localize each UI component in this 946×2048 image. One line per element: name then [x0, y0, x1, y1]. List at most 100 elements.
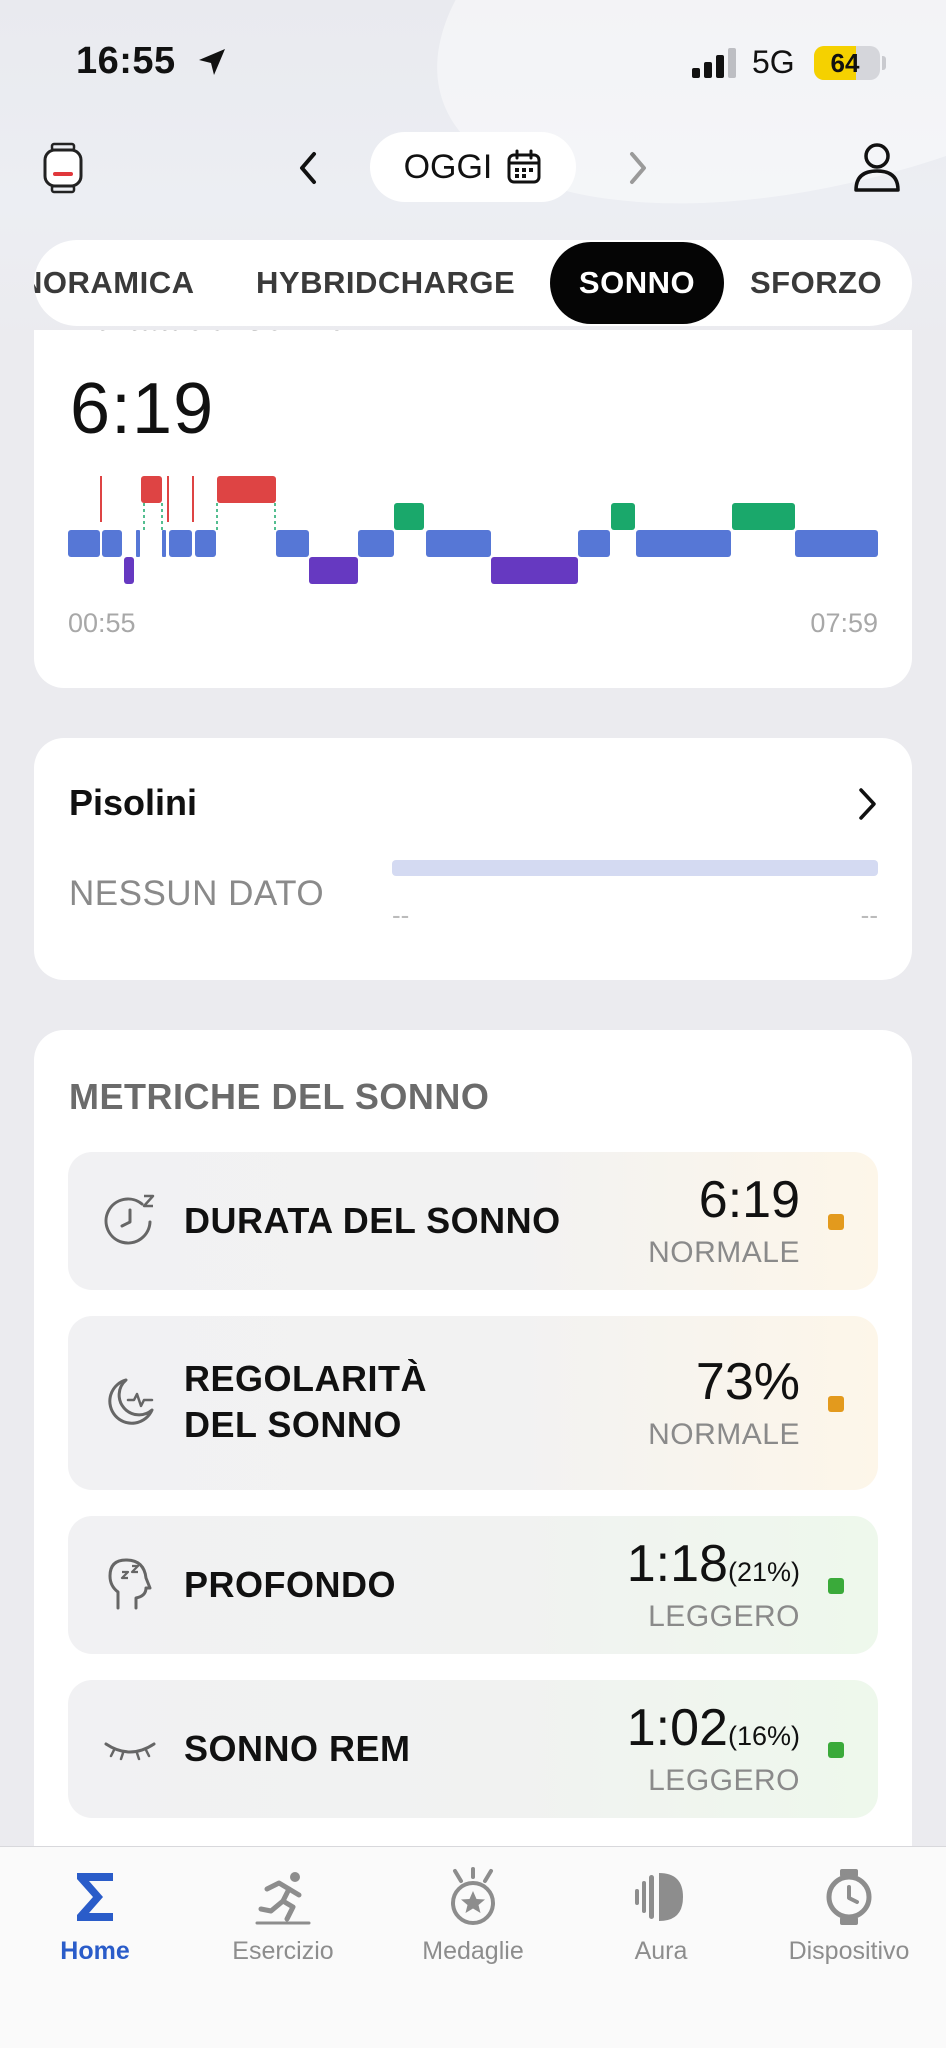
hypno-light-segment: [102, 530, 122, 557]
bottom-navigation: Home Esercizio Medaglie Aura Dispositivo: [0, 1846, 946, 2048]
metric-status: LEGGERO: [648, 1764, 800, 1797]
medal-icon: [451, 1867, 495, 1925]
nav-label: Home: [60, 1937, 130, 1965]
watch-icon: [826, 1869, 872, 1925]
metric-value-percent: (21%): [727, 1557, 800, 1587]
nav-medals[interactable]: Medaglie: [378, 1847, 568, 1987]
hypno-light-segment: [136, 530, 140, 557]
hypno-light-segment: [68, 530, 100, 557]
status-indicator: [828, 1578, 844, 1594]
naps-range-end: --: [860, 900, 878, 930]
nav-aura[interactable]: Aura: [566, 1847, 756, 1987]
hypno-light-segment: [795, 530, 878, 557]
naps-title: Pisolini: [69, 782, 198, 823]
naps-range-start: --: [392, 900, 410, 930]
metric-label: REGOLARITÀ: [184, 1358, 427, 1399]
network-type: 5G: [752, 44, 795, 80]
status-indicator: [828, 1396, 844, 1412]
location-arrow-icon: [199, 49, 225, 75]
hypno-light-segment: [636, 530, 731, 557]
sleep-start-time: 00:55: [68, 608, 136, 638]
metric-status: NORMALE: [648, 1418, 800, 1451]
nav-home[interactable]: Home: [0, 1847, 190, 1987]
profile-icon[interactable]: [852, 140, 902, 194]
hypno-light-segment: [162, 530, 166, 557]
section-tabs: NORAMICA HYBRIDCHARGE SONNO SFORZO: [34, 240, 912, 326]
status-bar: 16:55 5G 64: [0, 0, 946, 120]
sleep-card-title: Durata del sonno: [70, 330, 348, 339]
hypno-light-segment: [276, 530, 309, 557]
nav-exercise[interactable]: Esercizio: [188, 1847, 378, 1987]
metric-status: NORMALE: [648, 1236, 800, 1269]
hypno-awake-segment: [141, 476, 162, 503]
sigma-icon: [77, 1873, 113, 1921]
aura-icon: [635, 1873, 683, 1921]
battery-tip: [882, 56, 886, 70]
hypno-light-segment: [578, 530, 610, 557]
cellular-signal-icon: [692, 48, 736, 78]
status-time: 16:55: [76, 40, 176, 82]
next-day-icon[interactable]: [620, 142, 656, 194]
head-zzz-icon: [108, 1558, 152, 1610]
metric-label: PROFONDO: [184, 1564, 397, 1605]
metric-deep-sleep[interactable]: PROFONDO 1:18(21%) LEGGERO: [68, 1516, 878, 1654]
hypno-rem-segment: [394, 503, 424, 530]
battery-percentage: 64: [830, 48, 860, 78]
chevron-right-icon[interactable]: [852, 782, 882, 826]
naps-card[interactable]: Pisolini NESSUN DATO -- --: [34, 738, 912, 980]
naps-timeline-bar: [392, 860, 878, 876]
sleep-metrics-card: METRICHE DEL SONNO DURATA DEL SONNO 6:19…: [34, 1030, 912, 1890]
hypno-deep-segment: [491, 557, 578, 584]
previous-day-icon[interactable]: [290, 142, 326, 194]
status-indicator: [828, 1742, 844, 1758]
closed-eye-icon: [104, 1742, 156, 1761]
metric-value-percent: (16%): [727, 1721, 800, 1751]
runner-icon: [255, 1872, 311, 1925]
metric-sleep-regularity[interactable]: REGOLARITÀ DEL SONNO 73% NORMALE: [68, 1316, 878, 1490]
metric-label: DURATA DEL SONNO: [184, 1200, 561, 1241]
naps-no-data: NESSUN DATO: [69, 874, 325, 913]
date-selector[interactable]: OGGI: [370, 132, 576, 202]
hypno-deep-segment: [309, 557, 358, 584]
metric-label-line2: DEL SONNO: [184, 1404, 402, 1445]
metrics-title: METRICHE DEL SONNO: [69, 1076, 490, 1117]
nav-label: Aura: [634, 1937, 688, 1965]
metric-value: 6:19: [698, 1171, 800, 1229]
metric-status: LEGGERO: [648, 1600, 800, 1633]
hypno-rem-segment: [611, 503, 635, 530]
metric-value-time: 1:02: [626, 1699, 728, 1757]
status-indicator: [828, 1214, 844, 1230]
sleep-duration-value: 6:19: [70, 369, 215, 449]
tab-strain[interactable]: SFORZO: [750, 240, 882, 326]
nav-device[interactable]: Dispositivo: [754, 1847, 944, 1987]
sleep-hypnogram: [68, 476, 878, 584]
metric-label: SONNO REM: [184, 1728, 411, 1769]
date-label: OGGI: [403, 147, 493, 186]
hypno-light-segment: [169, 530, 192, 557]
hypno-light-segment: [195, 530, 216, 557]
sleep-duration-card[interactable]: Durata del sonno 6:19 00:5: [34, 330, 912, 688]
metric-sleep-duration[interactable]: DURATA DEL SONNO 6:19 NORMALE: [68, 1152, 878, 1290]
hypno-light-segment: [426, 530, 491, 557]
watch-status-icon[interactable]: [40, 142, 86, 194]
battery-indicator: 64: [814, 46, 880, 80]
calendar-icon: [507, 149, 541, 184]
nav-label: Dispositivo: [788, 1937, 910, 1965]
tab-hybridcharge[interactable]: HYBRIDCHARGE: [256, 240, 515, 326]
metric-value: 1:02(16%): [627, 1698, 800, 1758]
hypno-deep-segment: [124, 557, 134, 584]
hypno-light-segment: [358, 530, 394, 557]
moon-pulse-icon: [108, 1378, 154, 1425]
metric-value: 1:18(21%): [627, 1534, 800, 1594]
metric-value-time: 1:18: [626, 1535, 728, 1593]
sleep-end-time: 07:59: [810, 608, 878, 638]
tab-overview[interactable]: NORAMICA: [34, 240, 195, 326]
nav-label: Esercizio: [232, 1937, 334, 1965]
metric-rem-sleep[interactable]: SONNO REM 1:02(16%) LEGGERO: [68, 1680, 878, 1818]
nav-label: Medaglie: [422, 1937, 524, 1965]
sleep-clock-icon: [104, 1194, 155, 1245]
tab-sleep[interactable]: SONNO: [550, 242, 724, 324]
hypno-rem-segment: [732, 503, 795, 530]
hypno-awake-segment: [217, 476, 276, 503]
metric-value: 73%: [695, 1353, 800, 1411]
